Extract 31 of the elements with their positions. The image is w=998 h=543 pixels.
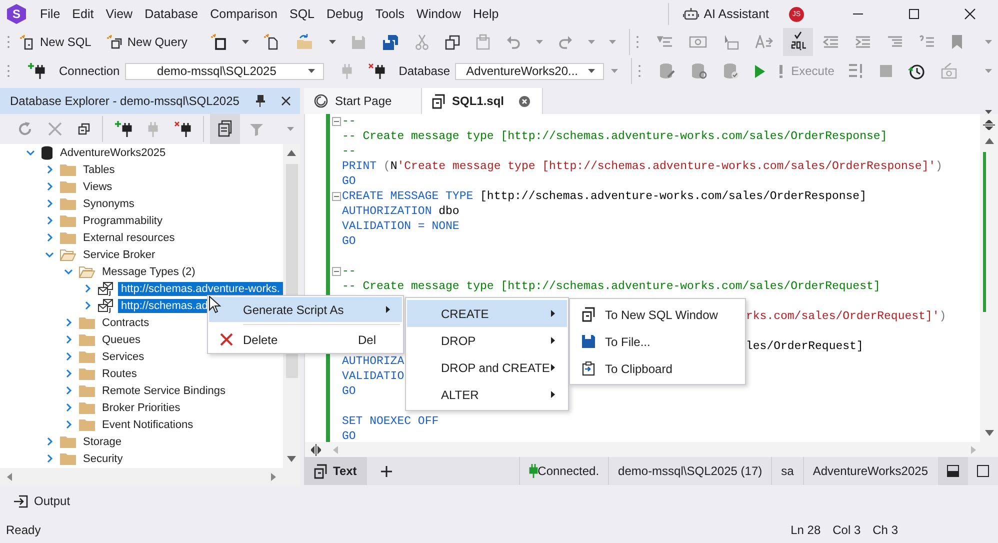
line-number: Ln 28: [790, 522, 821, 536]
connection-status: Connected.: [538, 464, 600, 478]
code-line: GO: [342, 385, 356, 398]
code-line: les/OrderRequest]: [746, 340, 864, 353]
code-line: -- Create message type [http://schemas.adventure-works.com/sales/OrderRequest]: [342, 280, 880, 293]
code-line: VALIDATIO: [342, 370, 404, 383]
code-line: AUTHORIZATION dbo: [342, 205, 460, 218]
code-line: SET NOEXEC OFF: [342, 415, 439, 428]
database-label: Database: [398, 64, 450, 78]
connection-label: Connection: [59, 64, 120, 78]
code-line: VALIDATION = NONE: [342, 220, 460, 233]
code-line: GO: [342, 175, 356, 188]
code-line: AUTHORIZA: [342, 355, 404, 368]
code-line: --: [342, 265, 356, 278]
user-name: sa: [781, 464, 794, 478]
status-text: Ready: [6, 522, 41, 536]
code-line: GO: [342, 430, 356, 442]
code-line: rks.com/sales/OrderRequest]'): [746, 310, 946, 323]
code-line: PRINT (N'Create message type [http://schemas.adventure-works.com/sales/OrderResponse]'): [342, 160, 942, 173]
database-name: AdventureWorks2025: [812, 464, 928, 478]
code-line: CREATE MESSAGE TYPE [http://schemas.adventure-works.com/sales/OrderResponse]: [342, 190, 866, 203]
panel-title: Database Explorer - demo-mssql\SQL2025: [10, 94, 240, 108]
shortcut-text: Del: [358, 332, 376, 346]
column-number: Col 3: [832, 522, 861, 536]
code-line: -- Create message type [http://schemas.adventure-works.com/sales/OrderResponse]: [342, 130, 888, 143]
code-line: --: [342, 115, 356, 128]
app-logo: S: [7, 4, 26, 24]
server-name: demo-mssql\SQL2025 (17): [618, 464, 762, 478]
code-line: GO: [342, 235, 356, 248]
character-number: Ch 3: [872, 522, 898, 536]
code-line: --: [342, 145, 356, 158]
